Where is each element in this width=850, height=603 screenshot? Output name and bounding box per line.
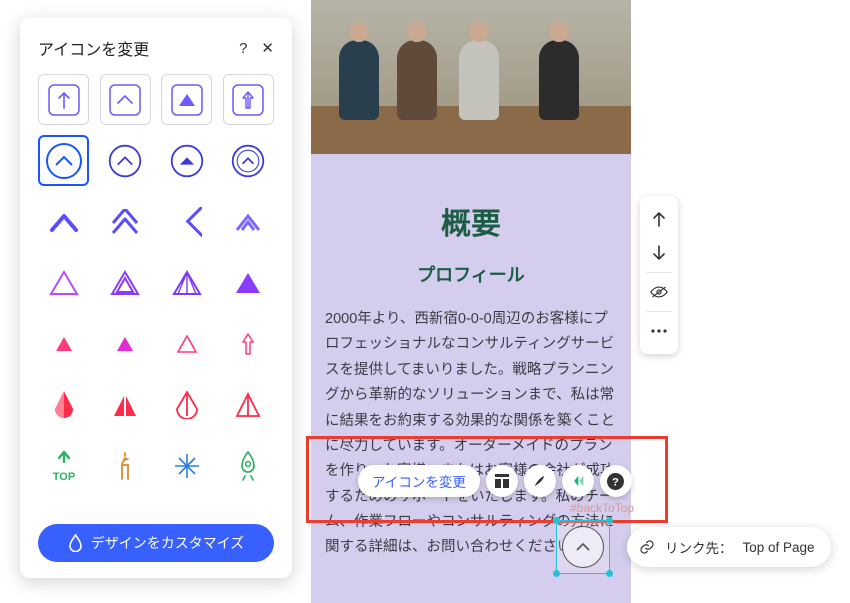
change-icon-panel: アイコンを変更 ? ✕	[20, 18, 292, 578]
icon-option[interactable]	[100, 318, 151, 369]
link-destination-tooltip[interactable]: リンク先： Top of Page	[627, 527, 831, 567]
icon-option[interactable]	[223, 135, 274, 186]
icon-option[interactable]	[223, 196, 274, 247]
back-to-top-element[interactable]	[556, 520, 610, 574]
canvas-toolbar	[640, 196, 678, 354]
icon-option[interactable]	[38, 257, 89, 308]
question-icon: ?	[607, 473, 624, 490]
customize-design-button[interactable]: デザインをカスタマイズ	[38, 524, 274, 562]
icon-option[interactable]	[100, 74, 151, 125]
arrow-down-icon	[652, 245, 666, 261]
link-icon	[639, 539, 655, 555]
brush-icon	[532, 474, 547, 489]
page-subheading: プロフィール	[325, 261, 617, 287]
link-destination: Top of Page	[743, 540, 815, 555]
link-label: リンク先：	[665, 537, 733, 557]
resize-handle[interactable]	[606, 517, 613, 524]
drop-icon	[68, 534, 83, 552]
animation-icon	[569, 474, 586, 488]
icon-option[interactable]	[38, 379, 89, 430]
design-tool-button[interactable]	[524, 465, 556, 497]
element-id-label: #backToTop	[570, 501, 634, 515]
icon-option[interactable]	[161, 440, 212, 491]
change-icon-button[interactable]: アイコンを変更	[358, 465, 480, 497]
visibility-button[interactable]	[640, 275, 678, 309]
customize-design-label: デザインをカスタマイズ	[91, 533, 245, 553]
icon-option[interactable]	[161, 379, 212, 430]
svg-text:TOP: TOP	[52, 471, 74, 482]
icon-option[interactable]	[223, 440, 274, 491]
icon-option[interactable]	[161, 74, 212, 125]
icon-option[interactable]	[38, 196, 89, 247]
help-tool-button[interactable]: ?	[600, 465, 632, 497]
icon-option[interactable]	[223, 257, 274, 308]
icon-option[interactable]	[223, 74, 274, 125]
svg-text:?: ?	[612, 476, 619, 488]
page-heading: 概要	[325, 199, 617, 243]
animation-tool-button[interactable]	[562, 465, 594, 497]
icon-option[interactable]	[38, 318, 89, 369]
resize-handle[interactable]	[606, 570, 613, 577]
icon-option[interactable]	[161, 135, 212, 186]
icon-grid: TOP	[38, 74, 274, 512]
icon-option[interactable]	[161, 257, 212, 308]
icon-option[interactable]	[100, 440, 151, 491]
icon-option[interactable]: TOP	[38, 440, 89, 491]
icon-option[interactable]	[100, 257, 151, 308]
icon-option-selected[interactable]	[38, 135, 89, 186]
panel-title: アイコンを変更	[38, 36, 149, 60]
icon-option[interactable]	[223, 318, 274, 369]
icon-option[interactable]	[223, 379, 274, 430]
panel-help-button[interactable]: ?	[239, 40, 247, 57]
eye-off-icon	[650, 285, 668, 299]
arrow-up-icon	[652, 211, 666, 227]
move-up-button[interactable]	[640, 202, 678, 236]
icon-option[interactable]	[100, 196, 151, 247]
hero-image	[311, 0, 631, 154]
move-down-button[interactable]	[640, 236, 678, 270]
chevron-up-icon	[573, 537, 593, 557]
layout-icon	[494, 473, 510, 489]
layout-tool-button[interactable]	[486, 465, 518, 497]
icon-option[interactable]	[161, 318, 212, 369]
icon-option[interactable]	[100, 379, 151, 430]
icon-option[interactable]	[100, 135, 151, 186]
resize-handle[interactable]	[553, 517, 560, 524]
panel-close-button[interactable]: ✕	[261, 39, 274, 57]
icon-option[interactable]	[161, 196, 212, 247]
icon-option[interactable]	[38, 74, 89, 125]
resize-handle[interactable]	[553, 570, 560, 577]
element-toolbar: アイコンを変更 ?	[358, 464, 632, 498]
ellipsis-icon	[651, 329, 667, 333]
more-button[interactable]	[640, 314, 678, 348]
